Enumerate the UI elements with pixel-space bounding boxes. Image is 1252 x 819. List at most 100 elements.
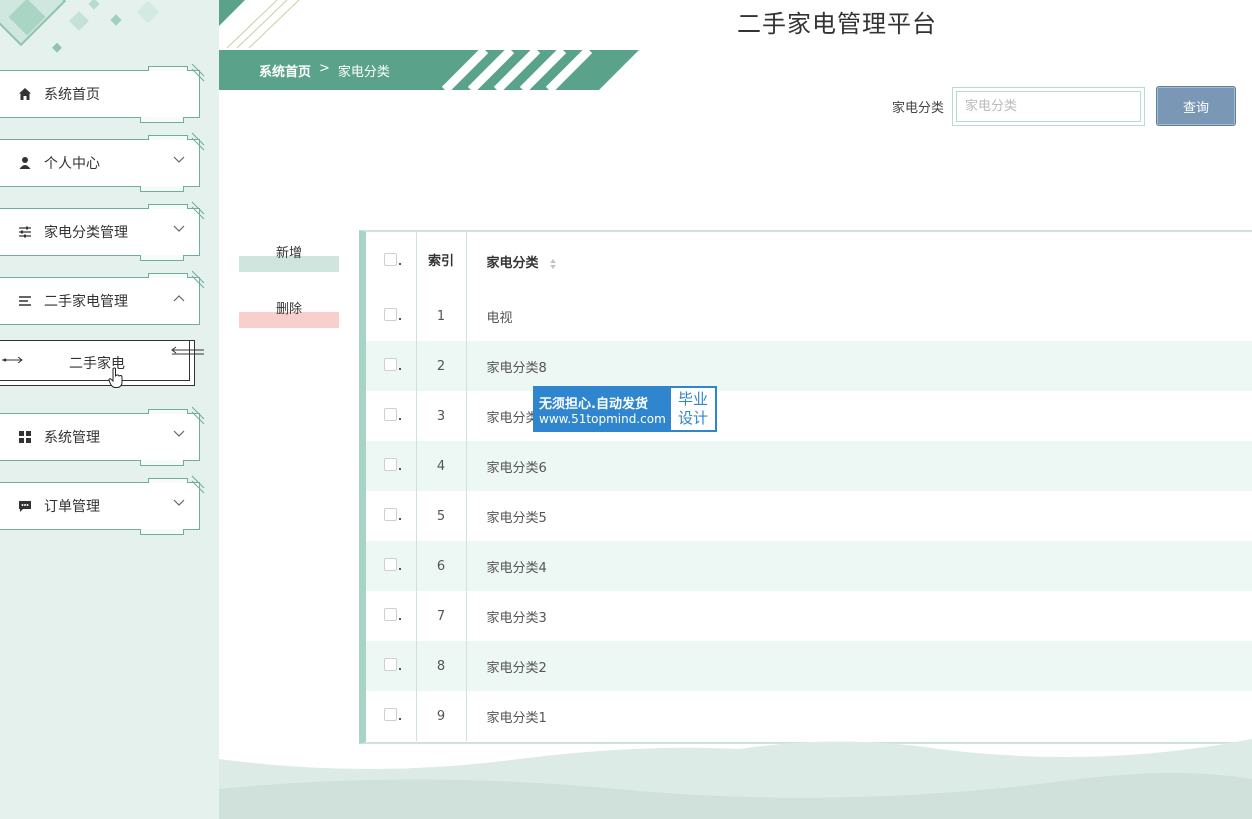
menu-corner-decoration xyxy=(191,270,205,289)
search-input-wrapper xyxy=(952,87,1145,126)
row-checkbox[interactable] xyxy=(384,407,402,421)
row-checkbox[interactable] xyxy=(384,507,402,521)
chevron-up-icon xyxy=(173,295,185,302)
chevron-down-icon xyxy=(173,499,185,506)
table-row[interactable]: 1 电视 xyxy=(366,291,1252,341)
row-index: 7 xyxy=(416,591,467,641)
row-index: 8 xyxy=(416,641,467,691)
arrow-left-decoration xyxy=(2,356,23,364)
chevron-down-icon xyxy=(173,430,185,437)
table-row[interactable]: 6 家电分类4 xyxy=(366,541,1252,591)
sidebar-item-order-management[interactable]: 订单管理 xyxy=(0,475,205,535)
header-select-all-cell xyxy=(366,232,417,291)
row-name: 家电分类4 xyxy=(486,560,547,576)
menu-decoration xyxy=(148,273,188,278)
grid-icon xyxy=(17,429,33,445)
table-row[interactable]: 2 家电分类8 xyxy=(366,341,1252,391)
table-header-row: 索引 家电分类 xyxy=(366,232,1252,291)
select-all-checkbox[interactable] xyxy=(384,253,402,266)
header-index: 索引 xyxy=(416,232,467,291)
chevron-down-icon xyxy=(173,156,185,163)
header-decoration xyxy=(219,0,300,49)
menu-decoration xyxy=(148,66,188,71)
row-index: 3 xyxy=(416,391,467,441)
add-button[interactable]: 新增 xyxy=(239,236,339,272)
breadcrumb-home-link[interactable]: 系统首页 xyxy=(259,61,311,80)
table-row[interactable]: 3 家电分类7 xyxy=(366,391,1252,441)
sidebar-item-label: 家电分类管理 xyxy=(44,225,128,241)
menu-decoration xyxy=(140,186,184,192)
arrow-right-decoration xyxy=(171,346,204,355)
row-checkbox[interactable] xyxy=(384,707,402,721)
table-row[interactable]: 5 家电分类5 xyxy=(366,491,1252,541)
chevron-down-icon xyxy=(173,225,185,232)
menu-decoration xyxy=(140,117,184,123)
app-title: 二手家电管理平台 xyxy=(737,10,937,38)
row-checkbox[interactable] xyxy=(384,657,402,671)
row-index: 1 xyxy=(416,291,467,341)
menu-decoration xyxy=(148,478,188,483)
sidebar-item-home[interactable]: 系统首页 xyxy=(0,63,205,123)
menu-corner-decoration xyxy=(191,406,205,425)
menu-corner-decoration xyxy=(191,132,205,151)
breadcrumb: 系统首页 > 家电分类 xyxy=(219,50,639,90)
row-name: 家电分类3 xyxy=(486,610,547,626)
main-content: 二手家电管理平台 系统首页 > 家电分类 家电分类 查询 新增 删除 索引 家电… xyxy=(219,0,1252,819)
header-name[interactable]: 家电分类 xyxy=(466,232,1252,291)
menu-corner-decoration xyxy=(191,63,205,82)
table-row[interactable]: 8 家电分类2 xyxy=(366,641,1252,691)
sidebar-subitem-used-appliance[interactable]: 二手家电 xyxy=(0,340,204,388)
hand-cursor-icon xyxy=(108,367,123,388)
menu-decoration xyxy=(148,409,188,414)
watermark-badge: 无须担心.自动发货 www.51topmind.com 毕业 设计 xyxy=(533,386,717,432)
table-row[interactable]: 7 家电分类3 xyxy=(366,591,1252,641)
table-row[interactable]: 9 家电分类1 xyxy=(366,691,1252,741)
menu-decoration xyxy=(140,460,184,466)
row-name: 家电分类6 xyxy=(486,460,547,476)
row-checkbox[interactable] xyxy=(384,357,402,371)
query-button[interactable]: 查询 xyxy=(1156,86,1236,126)
chat-icon xyxy=(17,498,33,514)
user-icon xyxy=(17,155,33,171)
breadcrumb-separator: > xyxy=(319,61,330,76)
watermark-tag1: 毕业 xyxy=(677,390,708,408)
row-index: 2 xyxy=(416,341,467,391)
data-table: 索引 家电分类 1 电视 2 家电分类8 3 家电分类7 4 家电分类6 5 家… xyxy=(359,230,1252,744)
row-index: 5 xyxy=(416,491,467,541)
table-row[interactable]: 4 家电分类6 xyxy=(366,441,1252,491)
footer-wave-decoration xyxy=(219,739,1252,819)
sidebar-item-personal-center[interactable]: 个人中心 xyxy=(0,132,205,192)
sidebar-item-label: 二手家电管理 xyxy=(44,294,128,310)
search-input[interactable] xyxy=(956,91,1141,122)
sidebar-item-label: 订单管理 xyxy=(44,499,100,515)
menu-corner-decoration xyxy=(191,201,205,220)
sidebar-item-label: 系统首页 xyxy=(44,87,100,103)
sidebar-item-appliance-management[interactable]: 二手家电管理 xyxy=(0,270,205,325)
watermark-line1: 无须担心.自动发货 xyxy=(539,396,648,412)
row-checkbox[interactable] xyxy=(384,307,402,321)
menu-decoration xyxy=(140,529,184,535)
row-name: 家电分类5 xyxy=(486,510,547,526)
row-checkbox[interactable] xyxy=(384,457,402,471)
menu-corner-decoration xyxy=(191,475,205,494)
watermark-line2: www.51topmind.com xyxy=(539,411,666,426)
sidebar-decoration xyxy=(0,0,160,53)
delete-button[interactable]: 删除 xyxy=(239,292,339,328)
row-name: 家电分类1 xyxy=(486,710,547,726)
home-icon xyxy=(17,86,33,102)
sidebar-item-label: 个人中心 xyxy=(44,156,100,172)
row-name: 电视 xyxy=(486,310,513,326)
menu-decoration xyxy=(148,204,188,209)
menu-decoration xyxy=(148,135,188,140)
sliders-icon xyxy=(17,224,33,240)
row-name: 家电分类8 xyxy=(486,360,547,376)
watermark-tag2: 设计 xyxy=(677,409,708,427)
sidebar: 系统首页 个人中心 家电分类管理 二手家电管理 二手家电 系统管理 订单管理 xyxy=(0,0,219,819)
sidebar-item-category-management[interactable]: 家电分类管理 xyxy=(0,201,205,261)
row-checkbox[interactable] xyxy=(384,557,402,571)
sidebar-item-system-management[interactable]: 系统管理 xyxy=(0,406,205,466)
row-index: 4 xyxy=(416,441,467,491)
sort-icon[interactable] xyxy=(549,258,557,270)
row-index: 6 xyxy=(416,541,467,591)
row-checkbox[interactable] xyxy=(384,607,402,621)
